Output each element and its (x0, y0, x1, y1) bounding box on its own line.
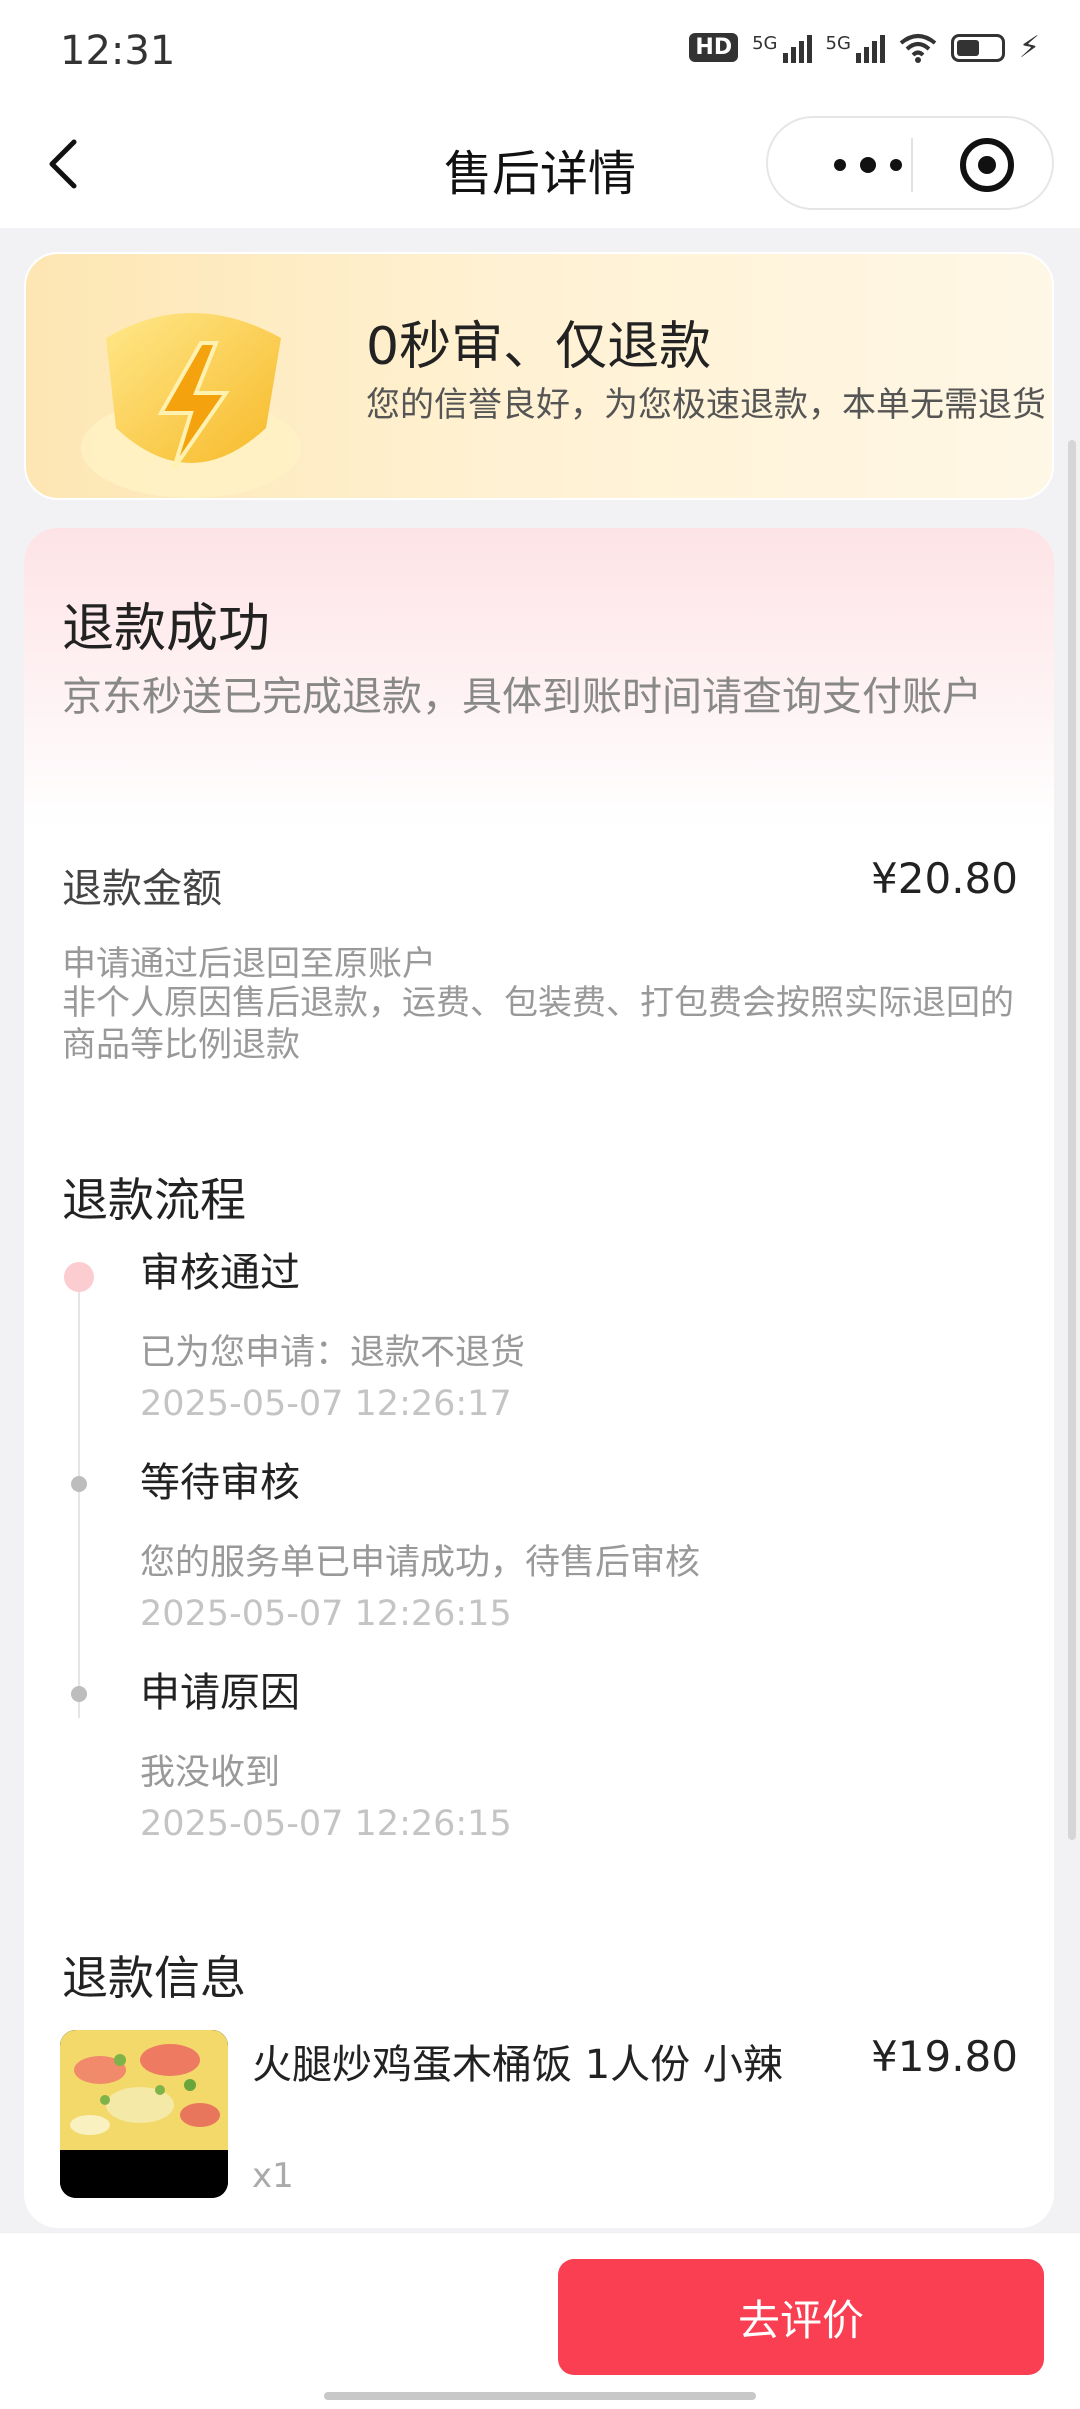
banner-subtitle: 您的信誉良好，为您极速退款，本单无需退货 (366, 385, 1046, 425)
step-desc: 已为您申请：退款不退货 (140, 1333, 526, 1373)
status-icons: HD 5G 5G ⚡ (689, 30, 1040, 65)
more-icon[interactable] (808, 148, 928, 182)
step-title: 申请原因 (140, 1670, 300, 1716)
refund-note-2: 非个人原因售后退款，运费、包装费、打包费会按照实际退回的商品等比例退款 (62, 983, 1014, 1065)
banner-title: 0秒审、仅退款 (366, 317, 712, 377)
refund-card: 退款成功 京东秒送已完成退款，具体到账时间请查询支付账户 退款金额 ¥20.80… (24, 528, 1054, 2228)
home-indicator[interactable] (324, 2392, 756, 2400)
step-time: 2025-05-07 12:26:15 (140, 1804, 512, 1844)
step-time: 2025-05-07 12:26:17 (140, 1384, 512, 1424)
hd-icon: HD (689, 33, 739, 62)
timeline-line (78, 1288, 80, 1718)
step-title: 等待审核 (140, 1460, 300, 1506)
product-name[interactable]: 火腿炒鸡蛋木桶饭 1人份 小辣 (252, 2032, 783, 2090)
step-desc: 我没收到 (140, 1753, 281, 1793)
product-quantity: x1 (252, 2156, 294, 2196)
miniprogram-capsule (766, 116, 1054, 210)
battery-icon (950, 33, 1005, 62)
lightning-shield-icon (81, 313, 301, 498)
signal-icon-2: 5G (826, 33, 885, 63)
refund-amount-value: ¥20.80 (871, 854, 1018, 903)
review-button[interactable]: 去评价 (558, 2259, 1044, 2375)
wifi-icon (899, 33, 937, 63)
refund-note-1: 申请通过后退回至原账户 (62, 944, 436, 984)
nav-bar: 售后详情 (0, 100, 1080, 228)
close-target-icon[interactable] (960, 138, 1014, 192)
refund-amount-label: 退款金额 (62, 866, 222, 912)
status-time: 12:31 (60, 28, 176, 74)
product-price: ¥19.80 (871, 2032, 1018, 2081)
process-title: 退款流程 (62, 1173, 246, 1227)
scrollbar[interactable] (1068, 440, 1076, 1840)
signal-icon: 5G (752, 33, 812, 63)
bottom-action-bar: 去评价 (0, 2232, 1080, 2409)
refund-info-title: 退款信息 (62, 1951, 246, 2005)
refund-status-desc: 京东秒送已完成退款，具体到账时间请查询支付账户 (62, 674, 982, 720)
timeline-dot (71, 1476, 87, 1492)
timeline-dot-active (64, 1262, 94, 1292)
step-time: 2025-05-07 12:26:15 (140, 1594, 512, 1634)
status-bar: 12:31 HD 5G 5G ⚡ (0, 0, 1080, 100)
product-thumbnail[interactable] (60, 2030, 228, 2198)
capsule-divider (911, 138, 913, 192)
fast-refund-banner: 0秒审、仅退款 您的信誉良好，为您极速退款，本单无需退货 (24, 252, 1054, 500)
step-desc: 您的服务单已申请成功，待售后审核 (140, 1543, 701, 1583)
step-title: 审核通过 (140, 1250, 300, 1296)
refund-status-title: 退款成功 (62, 599, 271, 659)
timeline-dot (71, 1686, 87, 1702)
charging-icon: ⚡ (1018, 30, 1040, 65)
